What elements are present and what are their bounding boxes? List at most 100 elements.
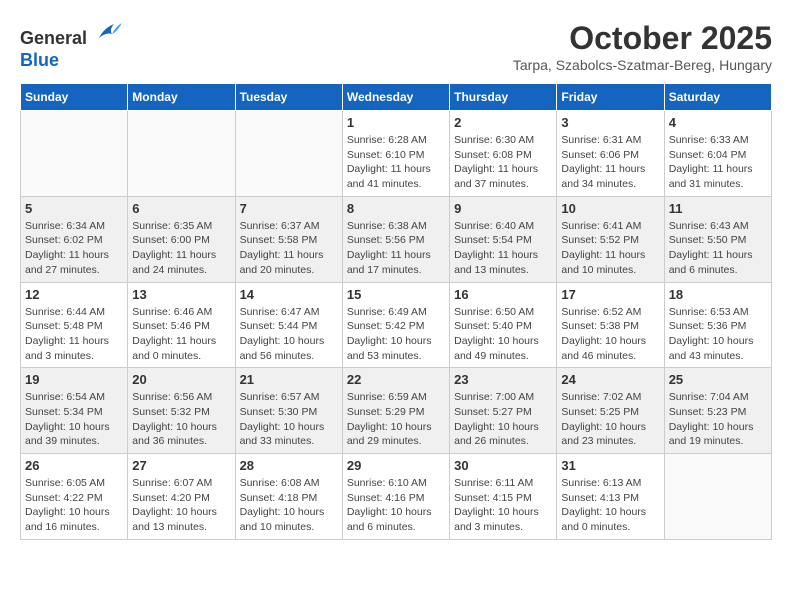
calendar-week-row: 26Sunrise: 6:05 AMSunset: 4:22 PMDayligh… (21, 454, 772, 540)
day-info: Sunrise: 6:54 AMSunset: 5:34 PMDaylight:… (25, 390, 123, 449)
day-number: 11 (669, 201, 767, 216)
day-info: Sunrise: 6:30 AMSunset: 6:08 PMDaylight:… (454, 133, 552, 192)
day-number: 29 (347, 458, 445, 473)
logo-general: General (20, 28, 87, 48)
calendar-day-cell: 20 Sunrise: 6:56 AMSunset: 5:32 PMDayligh… (128, 368, 235, 454)
day-number: 31 (561, 458, 659, 473)
day-number: 12 (25, 287, 123, 302)
day-info: Sunrise: 6:13 AMSunset: 4:13 PMDaylight:… (561, 476, 659, 535)
day-info: Sunrise: 6:11 AMSunset: 4:15 PMDaylight:… (454, 476, 552, 535)
day-of-week-header: Sunday (21, 84, 128, 111)
day-number: 25 (669, 372, 767, 387)
calendar-day-cell: 17Sunrise: 6:52 AMSunset: 5:38 PMDayligh… (557, 282, 664, 368)
day-info: Sunrise: 7:00 AMSunset: 5:27 PMDaylight:… (454, 390, 552, 449)
location: Tarpa, Szabolcs-Szatmar-Bereg, Hungary (513, 57, 772, 73)
day-info: Sunrise: 6:46 AMSunset: 5:46 PMDaylight:… (132, 305, 230, 364)
day-number: 27 (132, 458, 230, 473)
day-of-week-header: Wednesday (342, 84, 449, 111)
calendar-day-cell: 3 Sunrise: 6:31 AMSunset: 6:06 PMDaylight… (557, 111, 664, 197)
day-info: Sunrise: 6:47 AMSunset: 5:44 PMDaylight:… (240, 305, 338, 364)
day-number: 9 (454, 201, 552, 216)
day-number: 14 (240, 287, 338, 302)
logo-blue: Blue (20, 50, 59, 70)
calendar-table: SundayMondayTuesdayWednesdayThursdayFrid… (20, 83, 772, 540)
day-number: 3 (561, 115, 659, 130)
calendar-day-cell: 12Sunrise: 6:44 AMSunset: 5:48 PMDayligh… (21, 282, 128, 368)
day-info: Sunrise: 7:02 AMSunset: 5:25 PMDaylight:… (561, 390, 659, 449)
month-title: October 2025 (513, 20, 772, 57)
day-of-week-header: Saturday (664, 84, 771, 111)
calendar-header-row: SundayMondayTuesdayWednesdayThursdayFrid… (21, 84, 772, 111)
calendar-day-cell: 26Sunrise: 6:05 AMSunset: 4:22 PMDayligh… (21, 454, 128, 540)
day-of-week-header: Monday (128, 84, 235, 111)
calendar-week-row: 19 Sunrise: 6:54 AMSunset: 5:34 PMDayligh… (21, 368, 772, 454)
day-number: 2 (454, 115, 552, 130)
calendar-day-cell (21, 111, 128, 197)
calendar-week-row: 12Sunrise: 6:44 AMSunset: 5:48 PMDayligh… (21, 282, 772, 368)
calendar-day-cell: 6Sunrise: 6:35 AMSunset: 6:00 PMDaylight… (128, 196, 235, 282)
calendar-day-cell: 30Sunrise: 6:11 AMSunset: 4:15 PMDayligh… (450, 454, 557, 540)
day-info: Sunrise: 6:10 AMSunset: 4:16 PMDaylight:… (347, 476, 445, 535)
calendar-day-cell: 24Sunrise: 7:02 AMSunset: 5:25 PMDayligh… (557, 368, 664, 454)
day-info: Sunrise: 7:04 AMSunset: 5:23 PMDaylight:… (669, 390, 767, 449)
day-number: 10 (561, 201, 659, 216)
calendar-day-cell: 10Sunrise: 6:41 AMSunset: 5:52 PMDayligh… (557, 196, 664, 282)
calendar-day-cell (664, 454, 771, 540)
day-info: Sunrise: 6:33 AMSunset: 6:04 PMDaylight:… (669, 133, 767, 192)
day-info: Sunrise: 6:34 AMSunset: 6:02 PMDaylight:… (25, 219, 123, 278)
day-number: 8 (347, 201, 445, 216)
day-number: 13 (132, 287, 230, 302)
day-info: Sunrise: 6:38 AMSunset: 5:56 PMDaylight:… (347, 219, 445, 278)
calendar-week-row: 5 Sunrise: 6:34 AMSunset: 6:02 PMDaylight… (21, 196, 772, 282)
page-header: General Blue October 2025 Tarpa, Szabolc… (20, 20, 772, 73)
title-block: October 2025 Tarpa, Szabolcs-Szatmar-Ber… (513, 20, 772, 73)
calendar-day-cell: 18 Sunrise: 6:53 AMSunset: 5:36 PMDayligh… (664, 282, 771, 368)
calendar-day-cell: 25 Sunrise: 7:04 AMSunset: 5:23 PMDayligh… (664, 368, 771, 454)
day-info: Sunrise: 6:56 AMSunset: 5:32 PMDaylight:… (132, 390, 230, 449)
day-number: 18 (669, 287, 767, 302)
day-info: Sunrise: 6:57 AMSunset: 5:30 PMDaylight:… (240, 390, 338, 449)
day-number: 1 (347, 115, 445, 130)
logo-blue-text: Blue (20, 50, 124, 72)
calendar-day-cell (235, 111, 342, 197)
calendar-day-cell: 9Sunrise: 6:40 AMSunset: 5:54 PMDaylight… (450, 196, 557, 282)
day-of-week-header: Thursday (450, 84, 557, 111)
calendar-day-cell: 5 Sunrise: 6:34 AMSunset: 6:02 PMDaylight… (21, 196, 128, 282)
calendar-day-cell: 11 Sunrise: 6:43 AMSunset: 5:50 PMDayligh… (664, 196, 771, 282)
day-number: 5 (25, 201, 123, 216)
calendar-week-row: 1Sunrise: 6:28 AMSunset: 6:10 PMDaylight… (21, 111, 772, 197)
day-info: Sunrise: 6:31 AMSunset: 6:06 PMDaylight:… (561, 133, 659, 192)
day-of-week-header: Tuesday (235, 84, 342, 111)
calendar-day-cell: 13 Sunrise: 6:46 AMSunset: 5:46 PMDayligh… (128, 282, 235, 368)
day-info: Sunrise: 6:43 AMSunset: 5:50 PMDaylight:… (669, 219, 767, 278)
day-info: Sunrise: 6:08 AMSunset: 4:18 PMDaylight:… (240, 476, 338, 535)
day-number: 15 (347, 287, 445, 302)
day-number: 22 (347, 372, 445, 387)
day-info: Sunrise: 6:53 AMSunset: 5:36 PMDaylight:… (669, 305, 767, 364)
day-info: Sunrise: 6:35 AMSunset: 6:00 PMDaylight:… (132, 219, 230, 278)
calendar-day-cell: 22 Sunrise: 6:59 AMSunset: 5:29 PMDayligh… (342, 368, 449, 454)
logo-bird-icon (94, 20, 124, 44)
calendar-day-cell: 31 Sunrise: 6:13 AMSunset: 4:13 PMDayligh… (557, 454, 664, 540)
calendar-day-cell: 27 Sunrise: 6:07 AMSunset: 4:20 PMDayligh… (128, 454, 235, 540)
day-info: Sunrise: 6:52 AMSunset: 5:38 PMDaylight:… (561, 305, 659, 364)
calendar-day-cell: 1Sunrise: 6:28 AMSunset: 6:10 PMDaylight… (342, 111, 449, 197)
calendar-day-cell: 19 Sunrise: 6:54 AMSunset: 5:34 PMDayligh… (21, 368, 128, 454)
day-number: 26 (25, 458, 123, 473)
day-number: 19 (25, 372, 123, 387)
calendar-day-cell: 15Sunrise: 6:49 AMSunset: 5:42 PMDayligh… (342, 282, 449, 368)
day-info: Sunrise: 6:59 AMSunset: 5:29 PMDaylight:… (347, 390, 445, 449)
calendar-day-cell: 7Sunrise: 6:37 AMSunset: 5:58 PMDaylight… (235, 196, 342, 282)
day-info: Sunrise: 6:07 AMSunset: 4:20 PMDaylight:… (132, 476, 230, 535)
day-number: 28 (240, 458, 338, 473)
calendar-day-cell: 21 Sunrise: 6:57 AMSunset: 5:30 PMDayligh… (235, 368, 342, 454)
calendar-day-cell: 8 Sunrise: 6:38 AMSunset: 5:56 PMDaylight… (342, 196, 449, 282)
logo: General Blue (20, 20, 124, 71)
day-number: 16 (454, 287, 552, 302)
day-number: 20 (132, 372, 230, 387)
day-number: 7 (240, 201, 338, 216)
day-of-week-header: Friday (557, 84, 664, 111)
calendar-day-cell: 4Sunrise: 6:33 AMSunset: 6:04 PMDaylight… (664, 111, 771, 197)
day-number: 21 (240, 372, 338, 387)
calendar-day-cell: 16Sunrise: 6:50 AMSunset: 5:40 PMDayligh… (450, 282, 557, 368)
